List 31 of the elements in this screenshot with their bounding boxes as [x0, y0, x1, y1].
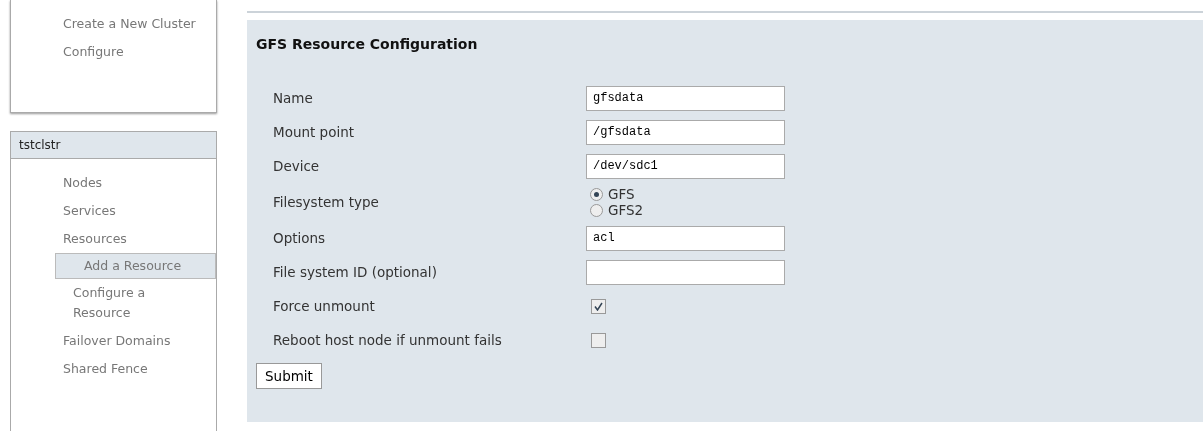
field-label: Options — [273, 228, 327, 248]
sidebar-link[interactable]: Resources — [63, 225, 193, 253]
sidebar-link[interactable]: Failover Domains — [63, 327, 193, 355]
sidebar-link[interactable]: Configure a Resource — [73, 279, 203, 327]
sidebar-link[interactable]: Add a Resource — [55, 253, 216, 279]
field-label: File system ID (optional) — [273, 262, 438, 282]
checkbox[interactable] — [591, 332, 606, 348]
checkbox[interactable] — [591, 298, 606, 314]
form-title: GFS Resource Configuration — [256, 35, 479, 54]
sidebar-link[interactable]: Services — [63, 197, 193, 225]
field-label: Mount point — [273, 122, 356, 142]
radio-button[interactable] — [590, 187, 603, 201]
input-field[interactable]: acl — [586, 225, 785, 251]
input-field[interactable]: /gfsdata — [586, 119, 785, 145]
radio-button[interactable] — [590, 203, 603, 217]
sidebar-link[interactable]: Configure — [63, 38, 216, 66]
field-label: Name — [273, 88, 314, 108]
input-field[interactable]: gfsdata — [586, 85, 785, 111]
field-label: Filesystem type — [273, 192, 380, 212]
field-label: Reboot host node if unmount fails — [273, 330, 503, 350]
radio-label: GFS — [608, 186, 635, 202]
radio-label: GFS2 — [608, 202, 644, 218]
input-field[interactable] — [586, 259, 785, 285]
sidebar-link[interactable]: Shared Fence — [63, 355, 193, 383]
field-label: Force unmount — [273, 296, 376, 316]
cluster-header: tstclstr — [11, 132, 216, 159]
input-field[interactable]: /dev/sdc1 — [586, 153, 785, 179]
sidebar-link[interactable]: Nodes — [63, 169, 193, 197]
submit-button[interactable]: Submit — [256, 363, 322, 390]
field-label: Device — [273, 156, 321, 176]
sidebar-link[interactable]: Create a New Cluster — [63, 10, 216, 38]
